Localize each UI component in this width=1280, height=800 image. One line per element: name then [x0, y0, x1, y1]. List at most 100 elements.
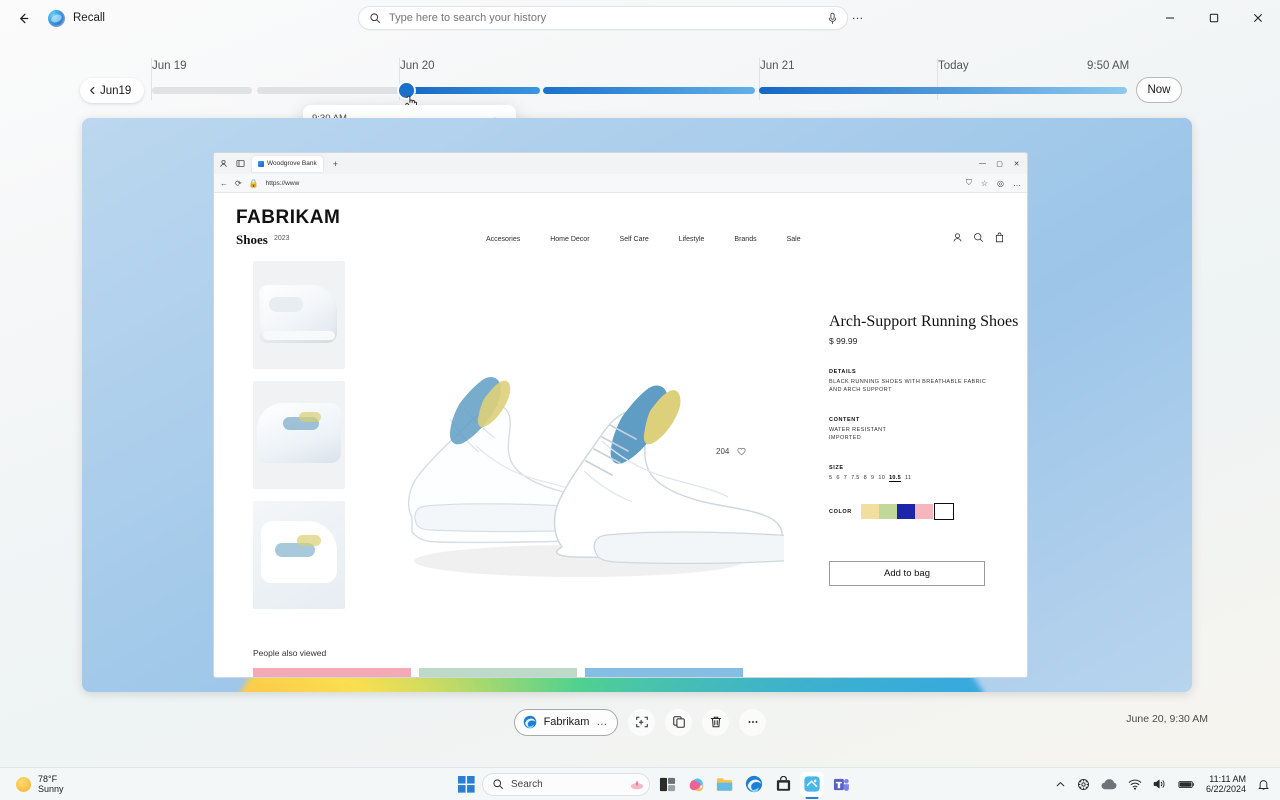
color-swatch-yellow[interactable]: [861, 504, 879, 519]
browser-more-icon[interactable]: …: [1013, 179, 1021, 188]
minimize-button[interactable]: [1148, 0, 1192, 36]
browser-tab[interactable]: Woodgrove Bank: [252, 156, 323, 172]
timeline-segment-empty[interactable]: [152, 87, 252, 94]
tab-actions-icon[interactable]: [235, 158, 246, 169]
color-swatch-green[interactable]: [879, 504, 897, 519]
file-explorer-icon[interactable]: [713, 772, 737, 796]
size-option[interactable]: 6: [836, 475, 839, 482]
size-option[interactable]: 7.5: [851, 475, 860, 482]
product-thumbnail[interactable]: [253, 381, 345, 489]
weather-condition: Sunny: [38, 784, 64, 794]
store-icon[interactable]: [771, 772, 795, 796]
search-input[interactable]: [381, 12, 825, 24]
collections-icon[interactable]: ⛉: [966, 178, 972, 188]
bag-icon[interactable]: [994, 232, 1005, 243]
timeline-segment-jun21[interactable]: [543, 87, 755, 94]
address-bar-url[interactable]: https://www: [266, 180, 300, 187]
snapshot-app-chip[interactable]: Fabrikam …: [514, 709, 619, 736]
color-swatch-pink[interactable]: [915, 504, 933, 519]
also-viewed-item[interactable]: [419, 668, 577, 678]
volume-icon[interactable]: [1153, 778, 1167, 790]
onedrive-cloud-icon[interactable]: [1101, 778, 1117, 790]
taskbar-search-box[interactable]: Search: [482, 773, 650, 796]
nav-item-sale[interactable]: Sale: [787, 236, 801, 243]
size-option[interactable]: 11: [905, 475, 911, 482]
likes-count: 204: [716, 447, 729, 456]
battery-icon[interactable]: [1178, 779, 1195, 790]
browser-maximize-button[interactable]: ▢: [991, 153, 1008, 174]
product-thumbnail-list: [253, 261, 345, 621]
nav-item-brands[interactable]: Brands: [734, 236, 756, 243]
clock-time: 11:11 AM: [1206, 774, 1246, 785]
history-search-box[interactable]: [358, 6, 848, 30]
product-likes[interactable]: 204: [716, 447, 746, 456]
nav-item-accessories[interactable]: Accesories: [486, 236, 520, 243]
settings-gear-icon[interactable]: [1077, 778, 1090, 791]
recall-icon[interactable]: [800, 772, 824, 796]
start-icon[interactable]: [455, 773, 477, 795]
product-thumbnail[interactable]: [253, 501, 345, 609]
page-category-sub: 2023: [274, 235, 290, 242]
nav-item-lifestyle[interactable]: Lifestyle: [679, 236, 705, 243]
browser-close-button[interactable]: ✕: [1008, 153, 1025, 174]
browser-address-bar: ← ⟳ 🔒 https://www ⛉ ☆ ◎ …: [214, 174, 1027, 193]
edge-icon[interactable]: [742, 772, 766, 796]
maximize-button[interactable]: [1192, 0, 1236, 36]
recall-snapshot-card[interactable]: Woodgrove Bank + — ▢ ✕ ← ⟳ 🔒 https://www…: [82, 118, 1192, 692]
size-option[interactable]: 5: [829, 475, 832, 482]
wifi-icon[interactable]: [1128, 778, 1142, 790]
timeline-segment-jun20[interactable]: [403, 87, 540, 94]
app-title: Recall: [73, 12, 105, 24]
copilot-icon[interactable]: ◎: [997, 179, 1004, 188]
copilot-icon[interactable]: [684, 772, 708, 796]
color-swatch-white-selected[interactable]: [935, 504, 953, 519]
size-option[interactable]: 9: [871, 475, 874, 482]
profile-icon[interactable]: [218, 158, 229, 169]
microphone-icon[interactable]: [825, 11, 839, 25]
timeline-now-label: Now: [1147, 84, 1170, 96]
product-price: $ 99.99: [829, 336, 1019, 346]
also-viewed-item[interactable]: [253, 668, 411, 678]
new-tab-button[interactable]: +: [333, 159, 338, 169]
snapshot-app-more-icon[interactable]: …: [596, 719, 607, 725]
size-option[interactable]: 7: [844, 475, 847, 482]
taskbar-clock[interactable]: 11:11 AM 6/22/2024: [1206, 774, 1246, 795]
screenshot-button[interactable]: [628, 709, 655, 736]
system-tray: 11:11 AM 6/22/2024: [1055, 774, 1270, 795]
back-icon[interactable]: ←: [220, 179, 228, 188]
timeline-segment-empty[interactable]: [257, 87, 400, 94]
close-button[interactable]: [1236, 0, 1280, 36]
size-option[interactable]: 10: [878, 475, 885, 482]
back-button[interactable]: [6, 1, 40, 35]
chevron-up-icon[interactable]: [1055, 779, 1066, 790]
add-to-bag-button[interactable]: Add to bag: [829, 561, 985, 586]
favorite-star-icon[interactable]: ☆: [981, 179, 988, 188]
timeline-label-1: Jun 20: [400, 60, 435, 72]
teams-icon[interactable]: [829, 772, 853, 796]
more-options-button[interactable]: …: [850, 10, 866, 26]
also-viewed-item[interactable]: [585, 668, 743, 678]
timeline-divider: [759, 58, 760, 100]
timeline-jump-back-button[interactable]: Jun19: [80, 78, 144, 103]
browser-minimize-button[interactable]: —: [974, 153, 991, 174]
nav-item-home-decor[interactable]: Home Decor: [550, 236, 589, 243]
account-icon[interactable]: [952, 232, 963, 243]
product-thumbnail[interactable]: [253, 261, 345, 369]
timeline-segment-today[interactable]: [759, 87, 1127, 94]
size-option-selected[interactable]: 10.5: [889, 475, 901, 482]
nav-item-self-care[interactable]: Self Care: [620, 236, 649, 243]
lock-icon: 🔒: [249, 179, 259, 188]
product-title: Arch-Support Running Shoes: [829, 313, 1019, 330]
copy-button[interactable]: [665, 709, 692, 736]
heart-icon[interactable]: [737, 447, 746, 456]
color-swatch-blue[interactable]: [897, 504, 915, 519]
more-actions-button[interactable]: [739, 709, 766, 736]
timeline-now-button[interactable]: Now: [1136, 77, 1182, 103]
size-option[interactable]: 8: [864, 475, 867, 482]
search-icon[interactable]: [973, 232, 984, 243]
notification-bell-icon[interactable]: [1257, 778, 1270, 791]
taskbar-weather-widget[interactable]: 78°F Sunny: [16, 774, 64, 794]
delete-button[interactable]: [702, 709, 729, 736]
widgets-icon[interactable]: [655, 772, 679, 796]
reload-icon[interactable]: ⟳: [235, 179, 242, 188]
